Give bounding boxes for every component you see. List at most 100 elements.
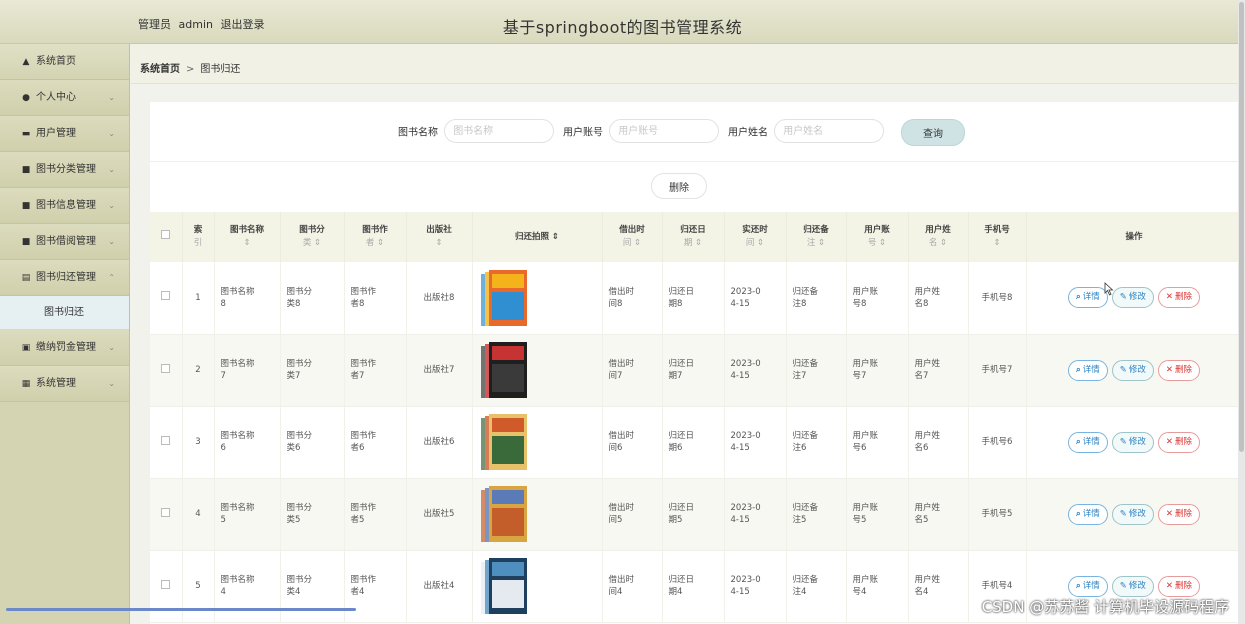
query-button[interactable]: 查询 [901,119,965,146]
row-checkbox[interactable] [161,507,171,517]
phone-cell: 手机号5 [968,478,1027,550]
sidebar-subitem-book-return[interactable]: 图书归还 [0,296,129,330]
return-photo-image[interactable] [479,484,537,544]
action-row: 删除 [150,162,1242,212]
column-header-11[interactable]: 用户姓名 ⇕ [908,212,969,262]
user-account-cell: 用户账 号6 [846,406,909,478]
vertical-scrollbar[interactable] [1238,0,1245,624]
return-photo-cell [472,478,603,550]
sidebar-item-items-4[interactable]: ■ 图书信息管理 ⌄ [0,188,129,224]
sidebar-item-label: 个人中心 [36,92,76,103]
lend-time-cell: 借出时 间7 [602,334,663,406]
pencil-icon: ✎ [1119,364,1127,375]
column-header-0[interactable]: 索引 [182,212,215,262]
row-checkbox[interactable] [161,363,171,373]
edit-button[interactable]: ✎ 修改 [1111,503,1154,525]
grid-icon: ■ [21,201,31,211]
delete-button[interactable]: ✕ 删除 [1157,287,1201,309]
edit-button[interactable]: ✎ 修改 [1111,575,1154,597]
return-photo-image[interactable] [479,556,537,616]
return-photo-image[interactable] [479,412,537,472]
book-name-cell: 图书名称 6 [214,406,281,478]
cell-line: 者6 [350,443,365,453]
cell-line: 期6 [668,443,683,453]
close-icon: ✕ [1165,364,1174,375]
cell-line: 2023-0 [730,286,761,297]
batch-delete-button[interactable]: 删除 [651,173,707,199]
delete-button[interactable]: ✕ 删除 [1157,431,1201,453]
detail-button[interactable]: ⌕ 详情 [1067,287,1108,309]
return-photo-image[interactable] [479,340,537,400]
sidebar-item-items-1[interactable]: ● 个人中心 ⌄ [0,80,129,116]
detail-label: 详情 [1082,436,1100,447]
row-checkbox[interactable] [161,579,171,589]
sidebar-item-items-0[interactable]: ▲ 系统首页 [0,44,129,80]
column-header-7[interactable]: 归还日期 ⇕ [662,212,725,262]
table-row: 2 图书名称 7 图书分 类7 图书作 者7 出版社7 借出时 间7 归还日 期7 2023-0 4-15… [150,334,1242,406]
breadcrumb-home[interactable]: 系统首页 [140,64,180,75]
column-header-6[interactable]: 借出时间 ⇕ [602,212,663,262]
cell-line: 借出时 [608,286,635,297]
category-cell: 图书分 类8 [280,262,345,334]
row-checkbox[interactable] [161,435,171,445]
cell-line: 名8 [914,298,929,309]
actual-return-cell: 2023-0 4-15 [724,478,787,550]
column-header-8[interactable]: 实还时间 ⇕ [724,212,787,262]
cell-line: 借出时 [608,431,635,441]
return-photo-image[interactable] [479,268,537,328]
book-name-input[interactable] [444,119,555,143]
edit-button[interactable]: ✎ 修改 [1111,431,1154,453]
sidebar-item-items-5[interactable]: ■ 图书借阅管理 ⌄ [0,224,129,260]
detail-label: 详情 [1082,508,1100,519]
column-header-line2: 号 ⇕ [867,238,887,248]
author-cell: 图书作 者4 [344,550,407,622]
column-header-3[interactable]: 图书作者 ⇕ [344,212,407,262]
column-header-4[interactable]: 出版社 ⇕ [406,212,473,262]
cell-line: 归还日 [668,503,695,513]
select-all-checkbox[interactable] [161,230,171,239]
cell-line: 4-15 [730,443,750,453]
select-cell [150,550,183,622]
sidebar-item-items-2[interactable]: ▬ 用户管理 ⌄ [0,116,129,152]
sidebar-item-items-3[interactable]: ■ 图书分类管理 ⌄ [0,152,129,188]
return-photo-cell [472,550,603,622]
cell-line: 间8 [608,298,623,309]
select-cell [150,478,183,550]
detail-button[interactable]: ⌕ 详情 [1067,575,1108,597]
column-header-line2: 间 ⇕ [622,238,642,248]
detail-button[interactable]: ⌕ 详情 [1067,359,1108,381]
edit-button[interactable]: ✎ 修改 [1111,287,1154,309]
close-icon: ✕ [1165,436,1174,447]
detail-button[interactable]: ⌕ 详情 [1067,503,1108,525]
row-checkbox[interactable] [161,291,171,301]
user-name-input[interactable] [774,119,885,143]
author-cell: 图书作 者7 [344,334,407,406]
sidebar-item-items2-1[interactable]: ▦ 系统管理 ⌄ [0,366,129,402]
column-header-5[interactable]: 归还拍照 ⇕ [472,212,603,262]
user-account-input[interactable] [609,119,720,143]
delete-label: 删除 [1175,508,1193,519]
vertical-scrollbar-thumb[interactable] [1239,2,1244,452]
edit-button[interactable]: ✎ 修改 [1111,359,1154,381]
delete-button[interactable]: ✕ 删除 [1157,359,1201,381]
column-header-9[interactable]: 归还备注 ⇕ [786,212,847,262]
category-cell: 图书分 类5 [280,478,345,550]
cell-line: 者7 [350,371,365,381]
column-header-2[interactable]: 图书分类 ⇕ [280,212,345,262]
delete-button[interactable]: ✕ 删除 [1157,503,1201,525]
column-header-1[interactable]: 图书名称 ⇕ [214,212,281,262]
horizontal-scrollbar[interactable] [6,608,356,611]
cell-line: 用户账 [852,575,879,585]
sidebar-item-items-6[interactable]: ▤ 图书归还管理 ⌃ [0,260,129,296]
column-header-13[interactable]: 操作 [1026,212,1242,262]
column-header-12[interactable]: 手机号 ⇕ [968,212,1027,262]
sidebar-item-items2-0[interactable]: ▣ 缴纳罚金管理 ⌄ [0,330,129,366]
column-header-10[interactable]: 用户账号 ⇕ [846,212,909,262]
return-photo-cell [472,406,603,478]
cell-line: 期7 [668,371,683,381]
delete-button[interactable]: ✕ 删除 [1157,575,1201,597]
cell-line: 用户姓 [914,359,941,369]
cell-line: 用户姓 [914,286,941,297]
detail-button[interactable]: ⌕ 详情 [1067,431,1108,453]
cell-line: 注8 [792,298,807,309]
